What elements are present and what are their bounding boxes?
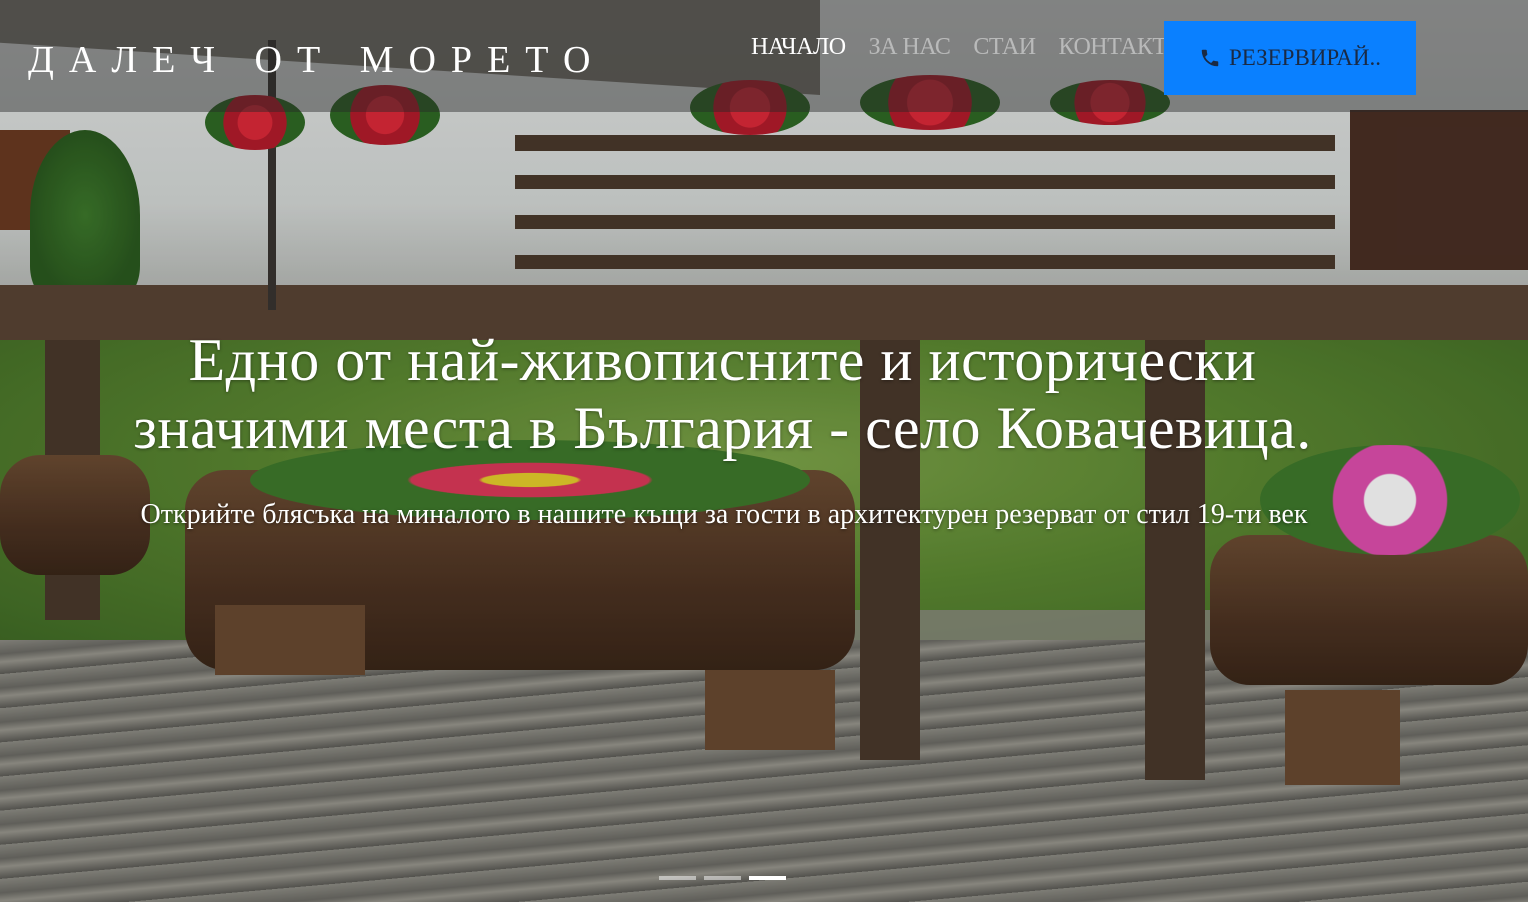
carousel-indicator-2[interactable] — [704, 876, 741, 880]
phone-icon — [1201, 49, 1219, 67]
reserve-button-label: РЕЗЕРВИРАЙ.. — [1228, 45, 1381, 70]
nav-item-rooms[interactable]: СТАИ — [973, 34, 1036, 61]
hero-headline-line2: значими места в България - село Ковачеви… — [133, 395, 1312, 461]
main-nav: НАЧАЛО ЗА НАС СТАИ КОНТАКТ — [751, 34, 1167, 61]
site-brand[interactable]: ДАЛЕЧ ОТ МОРЕТО — [28, 38, 605, 82]
hero-section: ДАЛЕЧ ОТ МОРЕТО НАЧАЛО ЗА НАС СТАИ КОНТА… — [0, 0, 1528, 902]
nav-item-home[interactable]: НАЧАЛО — [751, 34, 846, 61]
hero-subtitle: Открийте блясъка на миналото в нашите къ… — [140, 499, 1308, 530]
carousel-indicator-3[interactable] — [749, 876, 786, 880]
reserve-button[interactable]: РЕЗЕРВИРАЙ.. — [1164, 21, 1416, 95]
carousel-indicator-1[interactable] — [659, 876, 696, 880]
nav-item-contact[interactable]: КОНТАКТ — [1059, 34, 1168, 61]
nav-item-about[interactable]: ЗА НАС — [869, 34, 951, 61]
top-navbar: ДАЛЕЧ ОТ МОРЕТО НАЧАЛО ЗА НАС СТАИ КОНТА… — [0, 0, 1528, 112]
carousel-indicators — [659, 876, 786, 880]
hero-headline-line1: Едно от най-живописните и исторически — [188, 327, 1257, 393]
hero-headline: Едно от най-живописните и исторически зн… — [60, 326, 1385, 462]
